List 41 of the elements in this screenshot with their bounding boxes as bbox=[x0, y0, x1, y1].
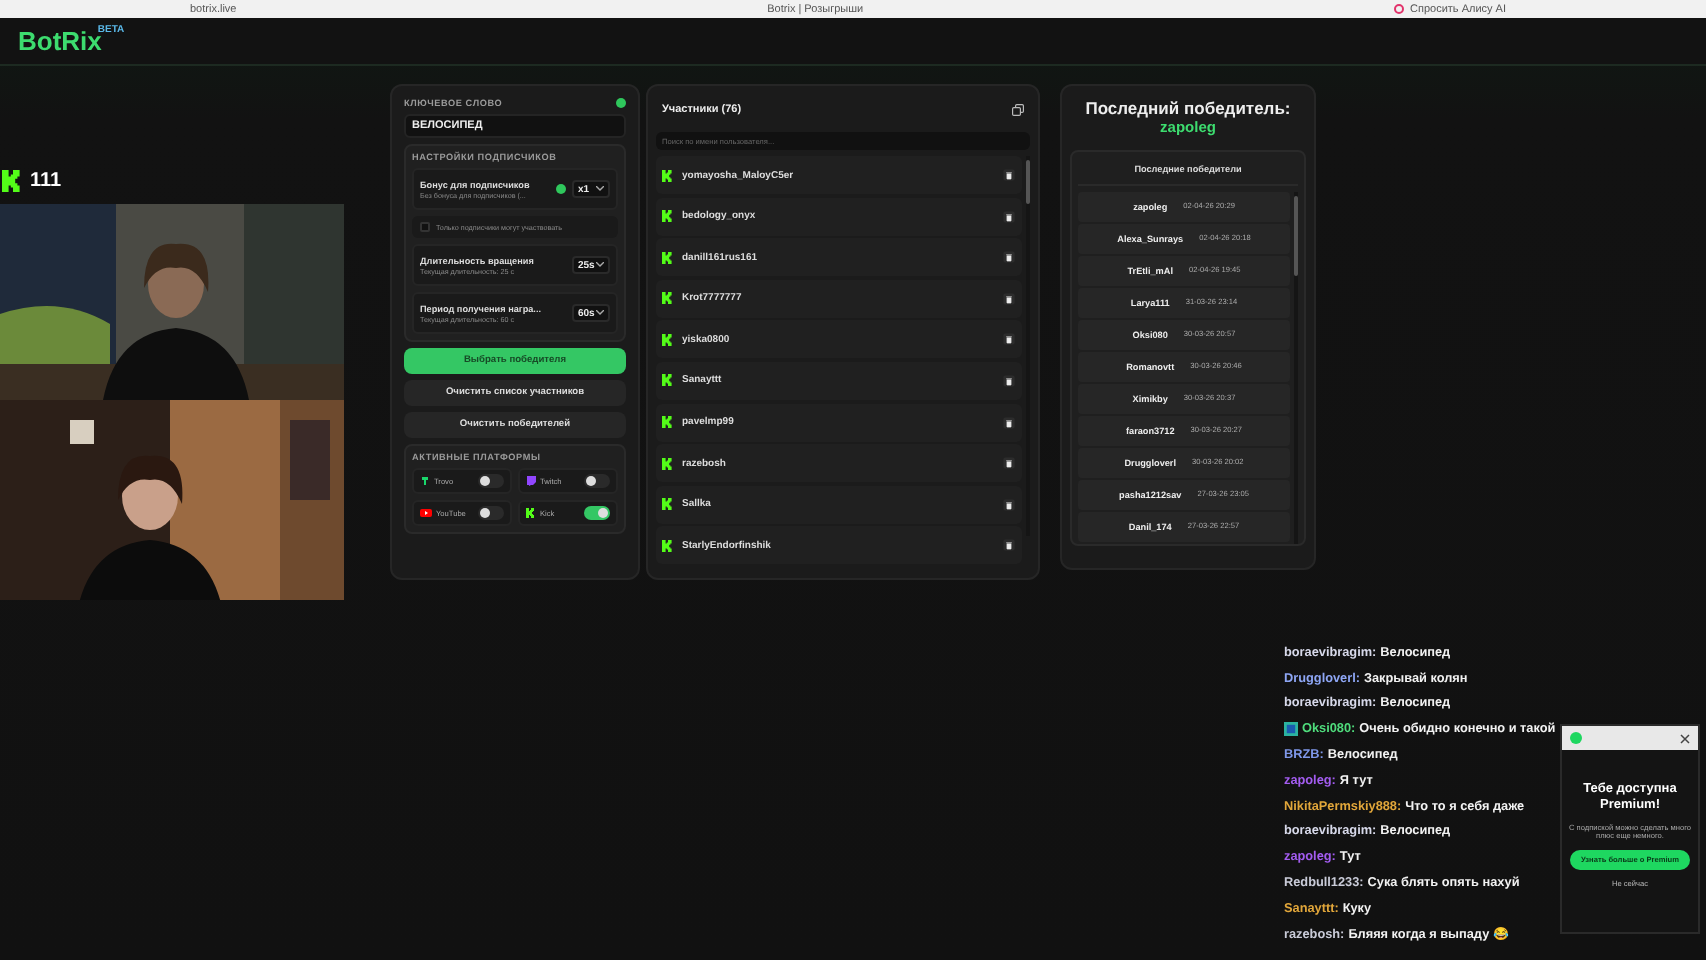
kick-icon bbox=[662, 169, 674, 181]
toggle-switch[interactable] bbox=[584, 506, 610, 520]
trash-icon[interactable] bbox=[1002, 332, 1016, 347]
kick-viewer-count: 111 bbox=[30, 170, 62, 192]
info-icon bbox=[556, 184, 566, 194]
checkbox[interactable] bbox=[420, 222, 430, 232]
kick-icon bbox=[662, 210, 674, 223]
trash-icon[interactable] bbox=[1002, 538, 1016, 553]
kick-icon bbox=[662, 374, 674, 387]
kick-icon bbox=[662, 539, 674, 552]
kick-icon bbox=[2, 170, 24, 192]
kick-icon bbox=[526, 508, 536, 518]
trash-icon[interactable] bbox=[1002, 209, 1016, 224]
kick-icon bbox=[662, 251, 674, 264]
kick-icon bbox=[662, 333, 674, 346]
trash-icon[interactable] bbox=[1002, 415, 1016, 430]
copy-icon[interactable] bbox=[1012, 104, 1024, 116]
chevron-icon bbox=[596, 186, 604, 192]
twitch-icon bbox=[526, 476, 536, 486]
toggle-switch[interactable] bbox=[478, 474, 504, 488]
trash-icon[interactable] bbox=[1002, 456, 1016, 471]
trash-icon[interactable] bbox=[1002, 291, 1016, 306]
info-icon bbox=[616, 98, 626, 108]
chevron-icon bbox=[596, 262, 604, 268]
toggle-switch[interactable] bbox=[584, 474, 610, 488]
kick-icon bbox=[662, 457, 674, 470]
chevron-icon bbox=[596, 310, 604, 316]
kick-icon bbox=[662, 498, 674, 511]
last-winner-title: Последний победитель: bbox=[1085, 98, 1291, 118]
trash-icon[interactable] bbox=[1002, 373, 1016, 388]
youtube-icon bbox=[420, 508, 432, 518]
kick-icon bbox=[662, 292, 674, 305]
kick-icon bbox=[662, 416, 674, 429]
trash-icon[interactable] bbox=[1002, 497, 1016, 512]
trovo-icon bbox=[420, 476, 430, 486]
close-icon[interactable] bbox=[1680, 733, 1690, 743]
trash-icon[interactable] bbox=[1002, 168, 1016, 182]
toggle-switch[interactable] bbox=[478, 506, 504, 520]
alice-icon bbox=[1394, 4, 1405, 14]
music-app-icon bbox=[1570, 732, 1582, 744]
trash-icon[interactable] bbox=[1002, 250, 1016, 265]
